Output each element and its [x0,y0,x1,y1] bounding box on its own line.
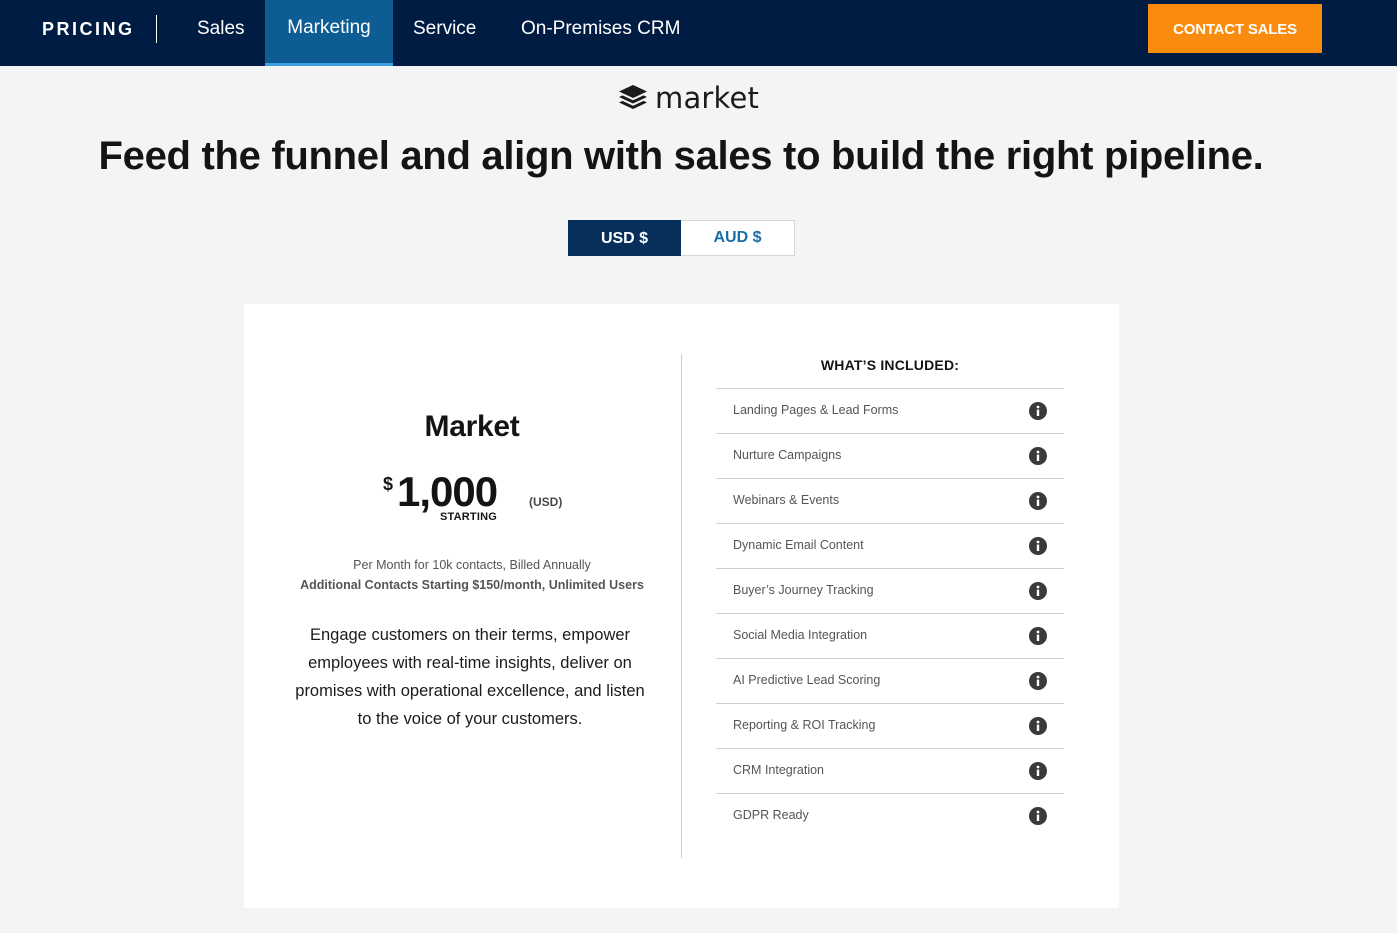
feature-row: Nurture Campaigns [716,434,1064,479]
price-amount: 1,000 [397,468,498,515]
plan-description: Engage customers on their terms, empower… [295,626,645,728]
info-icon[interactable] [1029,492,1047,510]
price-currency-symbol: $ [383,474,394,494]
feature-label: Reporting & ROI Tracking [733,718,876,732]
feature-row: Buyer’s Journey Tracking [716,569,1064,614]
feature-label: Nurture Campaigns [733,448,842,462]
market-logo: market [617,80,759,116]
info-icon[interactable] [1029,627,1047,645]
feature-label: Social Media Integration [733,628,868,642]
market-logo-text: market [655,81,760,115]
info-icon[interactable] [1029,672,1047,690]
feature-row: Social Media Integration [716,614,1064,659]
feature-row: AI Predictive Lead Scoring [716,659,1064,704]
info-icon[interactable] [1029,582,1047,600]
info-icon[interactable] [1029,447,1047,465]
info-icon[interactable] [1029,762,1047,780]
feature-row: CRM Integration [716,749,1064,794]
feature-label: GDPR Ready [733,808,809,822]
pricing-brand[interactable]: PRICING [42,19,135,40]
feature-label: AI Predictive Lead Scoring [733,673,881,687]
nav-item-on-premises-crm[interactable]: On-Premises CRM [501,0,700,66]
nav-item-sales[interactable]: Sales [177,0,265,66]
feature-label: Buyer’s Journey Tracking [733,583,874,597]
feature-row: GDPR Ready [716,794,1064,839]
additional-contacts-note: Additional Contacts Starting $150/month,… [300,578,644,592]
plan-name: Market [424,410,520,443]
feature-row: Webinars & Events [716,479,1064,524]
price-qualifier: STARTING [440,511,498,523]
plan-price: $ 1,000 (USD) STARTING [382,468,582,524]
feature-row: Dynamic Email Content [716,524,1064,569]
card-divider [681,354,682,858]
stacked-layers-icon [617,82,649,114]
currency-usd-button[interactable]: USD $ [568,220,681,256]
nav-item-marketing[interactable]: Marketing [265,0,393,66]
info-icon[interactable] [1029,807,1047,825]
pricing-card: Market $ 1,000 (USD) STARTING Per Month … [244,304,1119,908]
whats-included-title: WHAT’S INCLUDED: [820,357,960,373]
feature-list: Landing Pages & Lead Forms Nurture Campai… [716,388,1064,839]
info-icon[interactable] [1029,717,1047,735]
feature-label: Webinars & Events [733,493,840,507]
top-navigation-bar: PRICING Sales Marketing Service On-Premi… [0,0,1397,66]
brand-divider [156,15,157,43]
feature-row: Reporting & ROI Tracking [716,704,1064,749]
info-icon[interactable] [1029,537,1047,555]
feature-label: Landing Pages & Lead Forms [733,403,899,417]
feature-label: Dynamic Email Content [733,538,864,552]
price-currency-unit: (USD) [529,495,563,509]
feature-row: Landing Pages & Lead Forms [716,389,1064,434]
feature-label: CRM Integration [733,763,825,777]
page-headline: Feed the funnel and align with sales to … [98,134,1264,178]
contact-sales-button[interactable]: CONTACT SALES [1148,4,1322,53]
billing-terms: Per Month for 10k contacts, Billed Annua… [353,558,591,572]
nav-item-service[interactable]: Service [393,0,496,66]
currency-toggle: USD $ AUD $ [568,220,795,256]
currency-aud-button[interactable]: AUD $ [681,221,794,255]
info-icon[interactable] [1029,402,1047,420]
